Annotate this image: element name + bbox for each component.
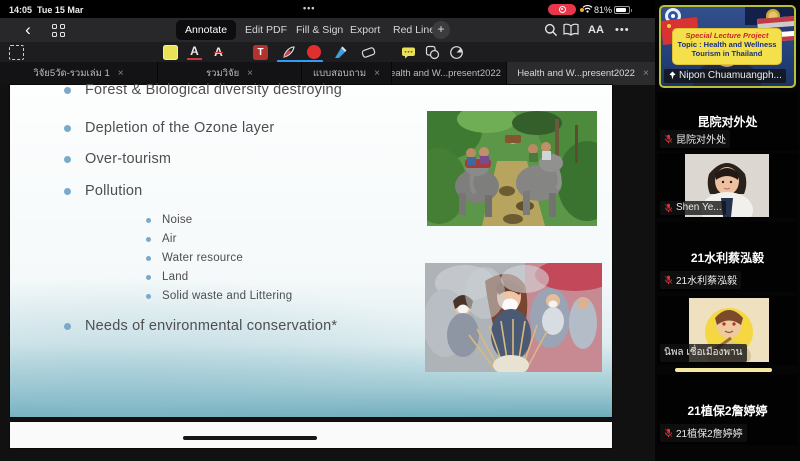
tab-annotate[interactable]: Annotate [176,20,236,40]
bullet-dot-icon [64,323,71,330]
participant-name-label: 21水利蔡泓毅 [660,271,741,289]
bullet-item: Over-tourism [64,151,171,167]
underline-text-icon[interactable]: A [187,45,202,60]
doc-tab-5-active[interactable]: Health and W...present2022 × [507,62,660,85]
highlight-marker-icon[interactable] [333,45,348,60]
clock-time: 14:05 [9,5,32,15]
main-toolbar: ‹ Annotate Edit PDF Fill & Sign Export R… [0,18,660,42]
bullet-dot-icon [146,218,151,223]
eraser-icon[interactable] [361,45,376,60]
participant-name-label: Nipon Chuamuangph... [664,69,786,83]
status-ellipsis-icon: ••• [303,3,315,13]
battery-icon [614,6,630,14]
speaker-video-tile[interactable]: Special Lecture Project Topic : Health a… [659,5,796,88]
bullet-dot-icon [146,256,151,261]
more-options-button[interactable]: ••• [615,24,630,36]
incense-offering-photo [425,263,602,372]
pdf-page: Forest & Biological diversity destroying… [10,85,612,417]
text-settings-button[interactable]: AA [588,24,604,36]
pen-tool-icon[interactable] [281,45,296,60]
annotation-toolbar: A A T [0,42,660,62]
select-area-icon[interactable] [9,45,24,60]
bullet-dot-icon [146,275,151,280]
strikethrough-text-icon[interactable]: A [211,45,226,60]
participant-tile[interactable]: 21水利蔡泓毅 21水利蔡泓毅 [657,222,798,292]
next-pdf-page [10,422,612,448]
tab-export[interactable]: Export [341,20,389,40]
participant-name-label: นิพล เชื่อเมืองพาน [660,344,747,362]
bullet-item: Needs of environmental conservation* [64,318,337,334]
record-icon [559,6,566,13]
comment-icon[interactable] [401,45,416,60]
add-tab-button[interactable]: + [432,21,450,39]
muted-mic-icon [664,275,673,285]
muted-mic-icon [664,203,673,213]
bullet-dot-icon [64,156,71,163]
search-icon[interactable] [544,23,558,37]
doc-tab-4[interactable]: Health and W...present2022 × [392,62,507,85]
reading-view-book-icon[interactable] [563,23,579,36]
bullet-item: Forest & Biological diversity destroying [64,82,342,98]
highlighter-yellow-icon[interactable] [163,45,178,60]
sub-bullet-item: Solid waste and Littering [146,290,292,302]
bullet-dot-icon [64,87,71,94]
participant-name-label: 21植保2詹婷婷 [660,424,747,442]
back-button[interactable]: ‹ [20,20,36,40]
muted-mic-icon [664,428,673,438]
close-tab-icon[interactable]: × [247,68,253,79]
meeting-sidebar: Special Lecture Project Topic : Health a… [655,0,800,461]
battery-percent: 81% [594,5,612,15]
shapes-icon[interactable] [425,45,440,60]
bullet-dot-icon [64,125,71,132]
bullet-dot-icon [64,188,71,195]
muted-mic-icon [664,134,673,144]
sub-bullet-item: Water resource [146,252,243,264]
speaking-indicator-bar [675,368,772,372]
close-tab-icon[interactable]: × [374,68,380,79]
sub-bullet-item: Air [146,233,177,245]
pin-icon [668,71,676,80]
bullet-item: Pollution [64,183,142,199]
text-box-icon[interactable]: T [253,45,268,60]
participant-tile[interactable]: นิพล เชื่อเมืองพาน [657,296,798,365]
elephant-trekking-photo [427,111,597,226]
wifi-icon [582,4,593,13]
close-tab-icon[interactable]: × [643,68,649,79]
home-indicator [183,436,317,440]
participant-name-label: 昆院对外处 [660,130,730,148]
ink-color-red-icon[interactable] [307,45,321,59]
participant-tile[interactable]: 21植保2詹婷婷 21植保2詹婷婷 [657,375,798,445]
sub-bullet-item: Noise [146,214,192,226]
participant-tile[interactable]: 昆院对外处 昆院对外处 [657,92,798,151]
screen: 14:05 Tue 15 Mar ••• 81% ‹ Annotate Edit… [0,0,800,461]
lasso-fill-icon[interactable] [449,45,464,60]
sub-bullet-item: Land [146,271,188,283]
thumbnails-grid-icon[interactable] [52,24,65,37]
document-canvas[interactable]: Forest & Biological diversity destroying… [0,85,655,461]
participant-tile[interactable]: Shen Ye... [657,153,798,218]
close-tab-icon[interactable]: × [118,68,124,79]
bullet-dot-icon [146,294,151,299]
status-bar: 14:05 Tue 15 Mar ••• 81% [0,0,660,18]
screen-recording-indicator[interactable] [548,4,576,15]
status-date: Tue 15 Mar [37,5,83,15]
bullet-dot-icon [146,237,151,242]
lecture-banner: Special Lecture Project Topic : Health a… [672,28,782,65]
bullet-item: Depletion of the Ozone layer [64,120,274,136]
participant-name-label: Shen Ye... [660,201,726,215]
